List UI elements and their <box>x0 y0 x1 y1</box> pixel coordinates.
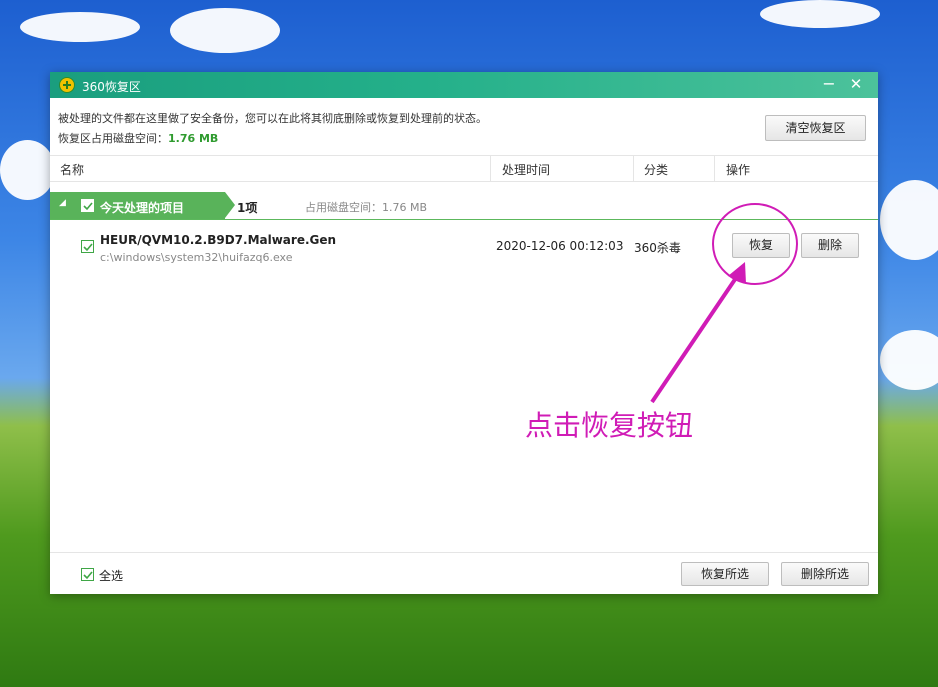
annotation-text: 点击恢复按钮 <box>525 409 694 442</box>
annotation-overlay <box>650 203 798 404</box>
highlight-circle <box>712 203 798 285</box>
pointer-arrow <box>650 270 742 404</box>
